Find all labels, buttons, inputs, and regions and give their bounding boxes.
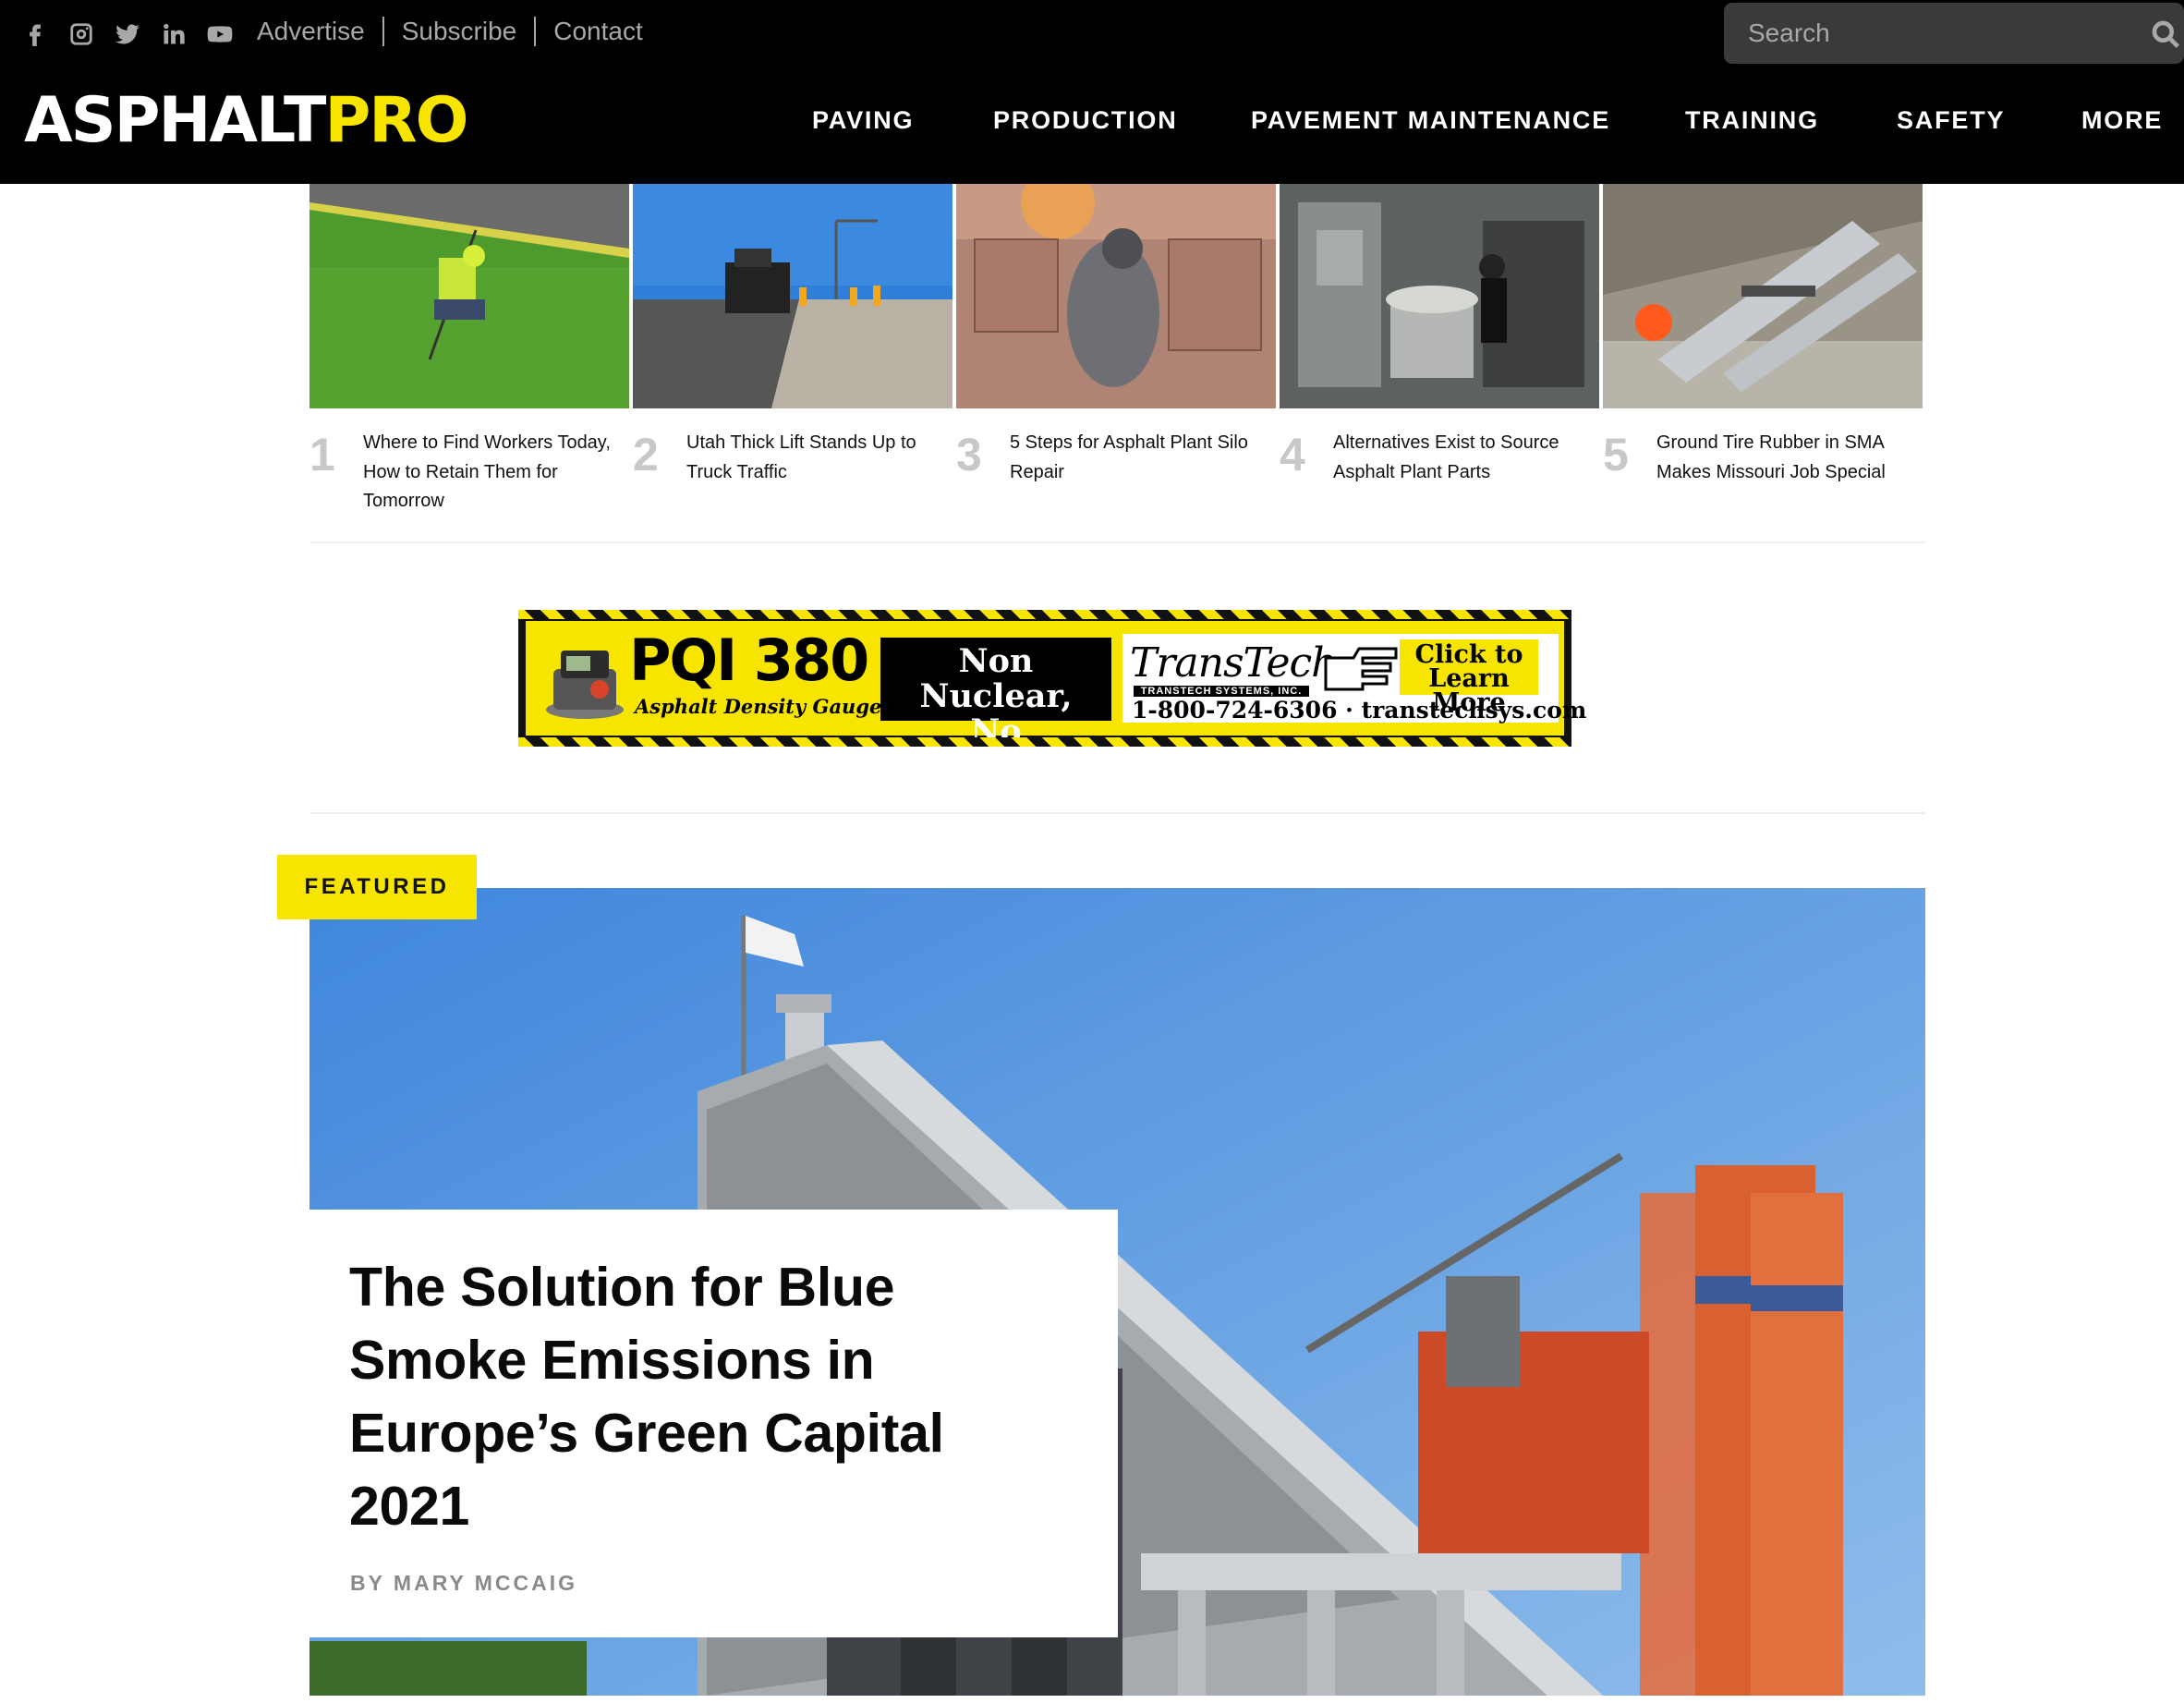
story-card[interactable]: 3 5 Steps for Asphalt Plant Silo Repair — [956, 184, 1276, 482]
featured-byline[interactable]: BY MARY MCCAIG — [350, 1571, 577, 1596]
story-card[interactable]: 2 Utah Thick Lift Stands Up to Truck Tra… — [633, 184, 952, 482]
nav-production[interactable]: PRODUCTION — [993, 106, 1178, 135]
instagram-icon[interactable] — [68, 21, 94, 47]
facebook-icon[interactable] — [22, 21, 48, 47]
search-icon[interactable] — [2151, 19, 2184, 49]
story-card[interactable]: 4 Alternatives Exist to Source Asphalt P… — [1280, 184, 1599, 482]
ad-claim: Non Nuclear, No Licenses! — [880, 638, 1111, 785]
utility-links: Advertise Subscribe Contact — [257, 17, 643, 46]
contact-link[interactable]: Contact — [553, 17, 643, 46]
top-stories: 1 Where to Find Workers Today, How to Re… — [309, 184, 1925, 543]
youtube-icon[interactable] — [207, 21, 233, 47]
story-title[interactable]: Utah Thick Lift Stands Up to Truck Traff… — [686, 429, 947, 487]
ad-body: PQI 380 Asphalt Density Gauge Non Nuclea… — [526, 621, 1586, 785]
story-image[interactable] — [1603, 184, 1923, 408]
featured-headline[interactable]: The Solution for Blue Smoke Emissions in… — [349, 1251, 1070, 1543]
twitter-icon[interactable] — [115, 21, 140, 47]
ad-brand-panel: TransTech TRANSTECH SYSTEMS, INC. Click … — [1122, 634, 1586, 724]
story-image[interactable] — [956, 184, 1276, 408]
story-title[interactable]: Ground Tire Rubber in SMA Makes Missouri… — [1656, 429, 1917, 487]
social-links — [22, 18, 233, 50]
story-title[interactable]: 5 Steps for Asphalt Plant Silo Repair — [1010, 429, 1270, 487]
search-input[interactable] — [1748, 3, 2117, 64]
ad-product-name: PQI 380 — [629, 626, 869, 694]
nav-pavement-maintenance[interactable]: PAVEMENT MAINTENANCE — [1251, 106, 1610, 135]
section-divider — [309, 812, 1925, 814]
story-image[interactable] — [633, 184, 952, 408]
link-divider — [382, 17, 384, 46]
story-rank: 2 — [633, 429, 659, 480]
main-navigation: PAVING PRODUCTION PAVEMENT MAINTENANCE T… — [0, 106, 2184, 143]
nav-more[interactable]: MORE — [2081, 106, 2163, 135]
story-card[interactable]: 1 Where to Find Workers Today, How to Re… — [309, 184, 629, 511]
story-image[interactable] — [1280, 184, 1599, 408]
story-rank: 4 — [1280, 429, 1305, 480]
ad-brand-subtitle: TRANSTECH SYSTEMS, INC. — [1134, 686, 1309, 697]
site-header: Advertise Subscribe Contact ASPHALTPRO P… — [0, 0, 2184, 184]
ad-claim-line: No Licenses! — [911, 712, 1081, 785]
ad-product-subtitle: Asphalt Density Gauge — [635, 695, 882, 718]
story-rank: 1 — [309, 429, 335, 480]
linkedin-icon[interactable] — [161, 21, 187, 47]
story-title[interactable]: Alternatives Exist to Source Asphalt Pla… — [1333, 429, 1594, 487]
ad-cta[interactable]: Click to Learn More — [1400, 639, 1538, 715]
hazard-stripe — [518, 737, 1571, 747]
advertisement-banner[interactable]: PQI 380 Asphalt Density Gauge Non Nuclea… — [518, 610, 1586, 785]
advertise-link[interactable]: Advertise — [257, 17, 365, 46]
ad-contact: 1-800-724-6306 · transtechsys.com — [1132, 697, 1587, 724]
hazard-stripe — [518, 610, 1571, 619]
density-gauge-icon — [546, 651, 624, 719]
story-rank: 3 — [956, 429, 982, 480]
ad-claim-line: Non Nuclear, — [919, 642, 1073, 715]
story-rank: 5 — [1603, 429, 1629, 480]
story-title[interactable]: Where to Find Workers Today, How to Reta… — [363, 429, 624, 517]
featured-card[interactable]: The Solution for Blue Smoke Emissions in… — [309, 1210, 1118, 1637]
pointing-hand-icon — [1324, 647, 1398, 691]
story-card[interactable]: 5 Ground Tire Rubber in SMA Makes Missou… — [1603, 184, 1923, 482]
ad-brand: TransTech — [1130, 639, 1337, 687]
featured-badge: FEATURED — [277, 855, 477, 919]
link-divider — [534, 17, 537, 46]
search-box — [1724, 3, 2184, 64]
nav-safety[interactable]: SAFETY — [1897, 106, 2005, 135]
subscribe-link[interactable]: Subscribe — [402, 17, 517, 46]
nav-training[interactable]: TRAINING — [1685, 106, 1819, 135]
story-image[interactable] — [309, 184, 629, 408]
nav-paving[interactable]: PAVING — [812, 106, 914, 135]
